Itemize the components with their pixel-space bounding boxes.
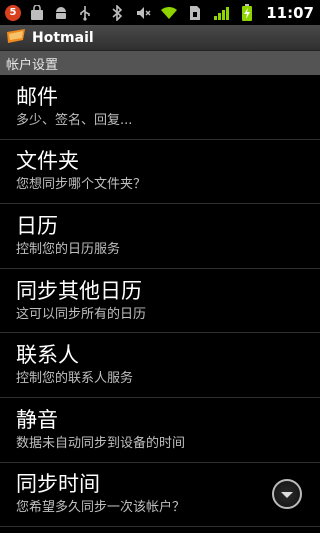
settings-list: 邮件 多少、签名、回复... 文件夹 您想同步哪个文件夹？ 日历 控制您的日历服…	[0, 75, 320, 528]
notification-badge-icon[interactable]: 5	[4, 4, 22, 22]
notification-count: 5	[9, 7, 17, 18]
setting-item-calendar[interactable]: 日历 控制您的日历服务	[0, 204, 320, 269]
setting-title: 联系人	[16, 343, 79, 368]
hotmail-logo-icon	[6, 28, 26, 48]
setting-item-mail[interactable]: 邮件 多少、签名、回复...	[0, 75, 320, 140]
app-title: Hotmail	[32, 29, 94, 46]
setting-title: 同步其他日历	[16, 278, 142, 303]
bluetooth-icon	[108, 4, 126, 22]
shopping-bag-icon	[28, 4, 46, 22]
status-bar: 5 11:07	[0, 0, 320, 25]
setting-summary: 这可以同步所有的日历	[16, 306, 147, 322]
setting-summary: 控制您的日历服务	[16, 241, 121, 257]
wifi-icon	[160, 4, 178, 22]
setting-item-folders[interactable]: 文件夹 您想同步哪个文件夹？	[0, 140, 320, 205]
scroll-down-button[interactable]	[272, 479, 302, 509]
setting-title: 文件夹	[16, 149, 79, 174]
chevron-down-icon	[280, 485, 294, 504]
setting-summary: 控制您的联系人服务	[16, 371, 134, 387]
setting-item-contacts[interactable]: 联系人 控制您的联系人服务	[0, 333, 320, 398]
section-header: 帐户设置	[0, 51, 320, 75]
clock: 11:07	[266, 3, 314, 22]
setting-item-quiet-time[interactable]: 静音 数据未自动同步到设备的时间	[0, 398, 320, 463]
setting-title: 日历	[16, 213, 58, 238]
mute-icon	[134, 4, 152, 22]
setting-title: 邮件	[16, 84, 58, 109]
setting-title: 静音	[16, 407, 58, 432]
usb-icon	[76, 4, 94, 22]
title-bar: Hotmail	[0, 25, 320, 51]
setting-summary: 您想同步哪个文件夹？	[16, 177, 147, 193]
setting-summary: 数据未自动同步到设备的时间	[16, 435, 186, 451]
setting-item-sync-other-calendars[interactable]: 同步其他日历 这可以同步所有的日历	[0, 269, 320, 334]
sim-card-icon	[186, 4, 204, 22]
battery-charging-icon	[238, 3, 256, 22]
signal-icon	[212, 4, 230, 22]
setting-summary: 多少、签名、回复...	[16, 112, 133, 128]
android-debug-icon	[52, 4, 70, 22]
